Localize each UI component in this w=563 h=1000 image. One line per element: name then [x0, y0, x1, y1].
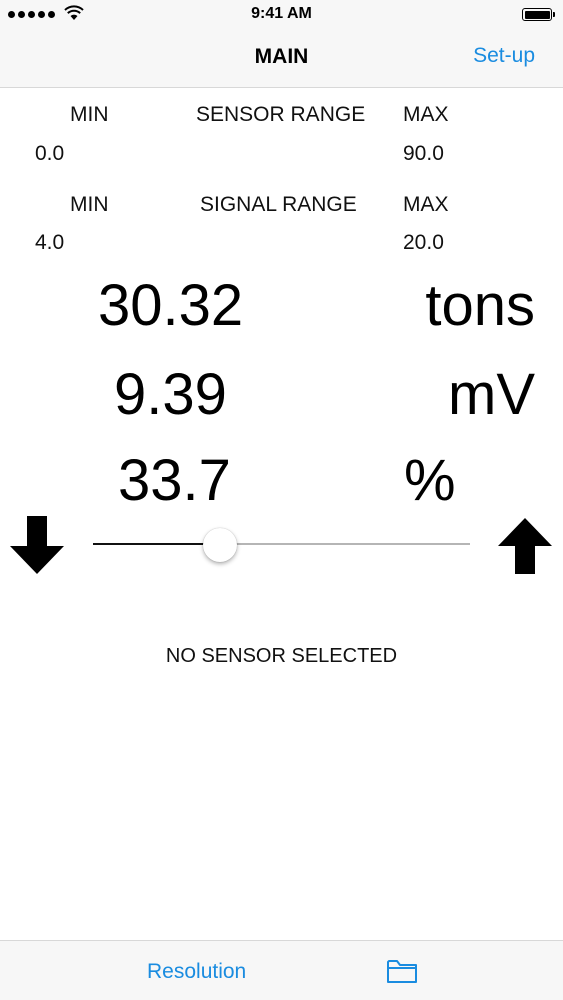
navigation-bar: MAIN Set-up: [0, 28, 563, 88]
engineering-value: 30.32: [98, 273, 244, 338]
slider-track-filled: [93, 543, 221, 545]
setup-button[interactable]: Set-up: [473, 44, 535, 68]
signal-min-value[interactable]: 4.0: [35, 231, 64, 255]
signal-range-title: SIGNAL RANGE: [200, 193, 357, 216]
resolution-button[interactable]: Resolution: [147, 960, 246, 984]
signal-min-label: MIN: [70, 193, 109, 216]
percent-unit: %: [404, 448, 456, 513]
signal-value: 9.39: [114, 362, 227, 427]
sensor-range-title: SENSOR RANGE: [196, 103, 366, 126]
sensor-min-label: MIN: [70, 103, 109, 126]
signal-unit: mV: [448, 362, 535, 427]
slider-thumb[interactable]: [203, 528, 238, 562]
signal-max-value[interactable]: 20.0: [403, 231, 444, 255]
level-slider[interactable]: [93, 528, 470, 562]
sensor-min-value[interactable]: 0.0: [35, 142, 64, 166]
engineering-unit: tons: [425, 273, 535, 338]
sensor-max-label: MAX: [403, 103, 449, 126]
battery-icon: [522, 8, 555, 21]
arrow-up-icon[interactable]: [497, 516, 553, 576]
signal-max-label: MAX: [403, 193, 449, 216]
arrow-down-icon[interactable]: [9, 516, 65, 576]
status-time: 9:41 AM: [251, 5, 312, 22]
percent-value: 33.7: [118, 448, 231, 513]
sensor-status-message: NO SENSOR SELECTED: [165, 645, 398, 667]
sensor-max-value[interactable]: 90.0: [403, 142, 444, 166]
tab-bar: Resolution: [0, 940, 563, 1000]
status-bar: 9:41 AM: [0, 0, 563, 28]
slider-track-empty: [220, 543, 470, 545]
folder-icon[interactable]: [386, 957, 418, 985]
